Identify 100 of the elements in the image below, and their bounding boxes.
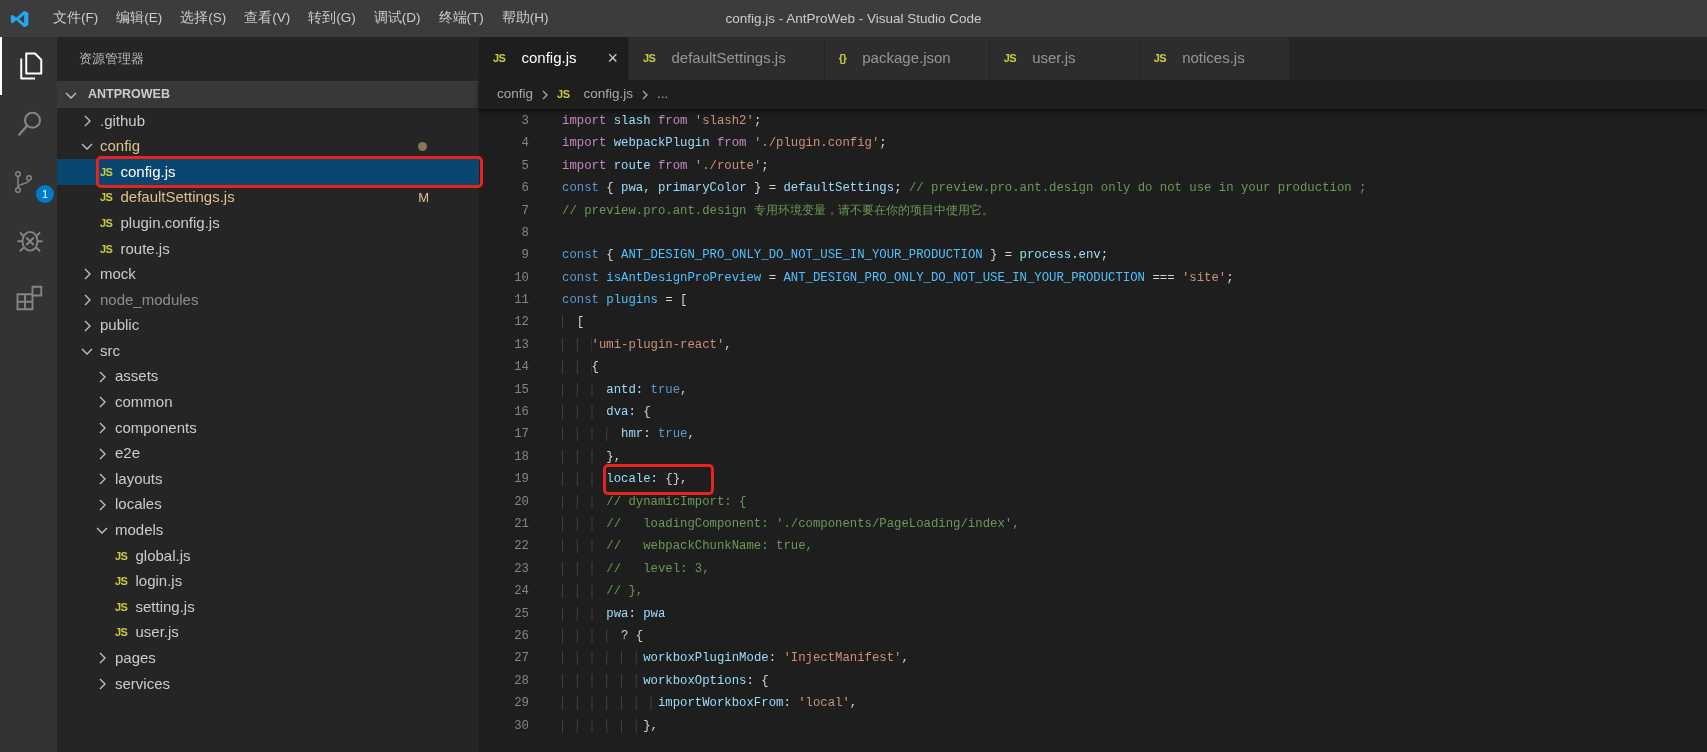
line-number: 11 xyxy=(513,292,529,310)
tab-label: user.js xyxy=(1032,48,1076,69)
file-item[interactable]: JS route.js xyxy=(57,235,479,262)
code-line: [ xyxy=(576,315,585,330)
section-header[interactable]: ANTPROWEB xyxy=(57,81,479,108)
menu-item[interactable]: 帮助(H) xyxy=(492,8,558,29)
line-number: 6 xyxy=(520,180,529,198)
code-line: // }, xyxy=(606,584,644,599)
folder-item[interactable]: pages xyxy=(57,645,479,672)
folder-item[interactable]: services xyxy=(57,671,479,697)
file-item[interactable]: JS user.js xyxy=(57,619,479,646)
code-line: importWorkboxFrom: 'local', xyxy=(657,696,858,711)
line-number: 22 xyxy=(513,538,529,556)
file-type-icon: JS xyxy=(1003,50,1017,67)
line-number: 25 xyxy=(513,605,529,623)
line-number: 24 xyxy=(513,583,529,601)
folder-item[interactable]: mock xyxy=(57,261,479,288)
editor-tab[interactable]: JS config.js × xyxy=(479,37,629,80)
file-item[interactable]: JS global.js xyxy=(57,543,479,569)
count-badge: 1 xyxy=(36,185,54,203)
editor-tab[interactable]: JS defaultSettings.js xyxy=(629,37,825,80)
file-item[interactable]: JS defaultSettings.js M xyxy=(57,184,479,211)
code-line: const isAntDesignProPreview = ANT_DESIGN_PRO_ONLY_DO_NOT_USE_IN_YOUR_PRODUCTION === 'site'; xyxy=(562,270,1234,285)
panel-title: 资源管理器 xyxy=(79,50,144,68)
file-name: config.js xyxy=(120,161,176,182)
tab-label: config.js xyxy=(521,48,577,69)
folder-item[interactable]: config xyxy=(57,133,479,160)
folder-item[interactable]: e2e xyxy=(57,440,479,467)
file-name: user.js xyxy=(135,622,179,643)
breadcrumb-item[interactable]: ... xyxy=(657,84,669,105)
menu-item[interactable]: 编辑(E) xyxy=(107,8,172,29)
file-name: node_modules xyxy=(100,289,199,310)
folder-item[interactable]: node_modules xyxy=(57,287,479,313)
file-name: assets xyxy=(115,366,159,387)
menu-item[interactable]: 文件(F) xyxy=(44,8,108,29)
file-name: .github xyxy=(100,110,146,131)
js-file-icon: JS xyxy=(115,573,128,590)
line-number: 27 xyxy=(513,650,529,668)
js-file-icon: JS xyxy=(100,240,113,257)
window-title: config.js - AntProWeb - Visual Studio Code xyxy=(725,9,982,28)
line-number: 4 xyxy=(520,135,529,153)
js-file-icon: JS xyxy=(557,86,570,103)
close-icon[interactable]: × xyxy=(607,45,618,72)
file-item[interactable]: JS login.js xyxy=(57,568,479,595)
folder-item[interactable]: common xyxy=(57,389,479,416)
file-type-icon: JS xyxy=(493,50,506,67)
line-number: 7 xyxy=(520,202,529,220)
breadcrumb-item[interactable]: config.js xyxy=(583,84,634,105)
code-line: }, xyxy=(643,718,658,733)
folder-item[interactable]: assets xyxy=(57,363,479,390)
file-name: route.js xyxy=(120,238,170,259)
git-status: M xyxy=(418,188,429,207)
line-number: 21 xyxy=(513,516,529,533)
extensions-icon[interactable] xyxy=(14,283,45,313)
folder-item[interactable]: locales xyxy=(57,491,479,518)
breadcrumb-item[interactable]: config xyxy=(497,84,534,105)
editor-tab[interactable]: {} package.json xyxy=(824,37,990,80)
file-item[interactable]: JS setting.js xyxy=(57,594,479,620)
folder-item[interactable]: .github xyxy=(57,108,479,134)
js-file-icon: JS xyxy=(100,163,113,181)
code-line: locale: {}, xyxy=(606,472,688,487)
line-number: 18 xyxy=(513,448,529,466)
code-line: // dynamicImport: { xyxy=(606,494,747,509)
js-file-icon: JS xyxy=(100,189,113,206)
code-line: import slash from 'slash2'; xyxy=(562,113,762,128)
file-name: services xyxy=(115,673,170,694)
folder-item[interactable]: models xyxy=(57,517,479,544)
menu-item[interactable]: 查看(V) xyxy=(235,8,300,29)
line-number: 14 xyxy=(513,359,529,377)
folder-item[interactable]: src xyxy=(57,338,479,364)
file-name: mock xyxy=(100,264,136,285)
js-file-icon: JS xyxy=(100,214,113,232)
code-line: }, xyxy=(606,449,622,464)
menu-item[interactable]: 终端(T) xyxy=(429,8,493,29)
line-number: 13 xyxy=(513,336,529,354)
menu-item[interactable]: 调试(D) xyxy=(364,8,430,29)
editor-tab[interactable]: JS notices.js xyxy=(1139,37,1290,80)
app-logo xyxy=(10,8,30,29)
js-file-icon: JS xyxy=(115,547,128,565)
folder-item[interactable]: components xyxy=(57,415,479,441)
file-name: models xyxy=(115,520,164,541)
folder-item[interactable]: layouts xyxy=(57,466,479,492)
file-type-icon: {} xyxy=(838,50,847,67)
editor-tab[interactable]: JS user.js xyxy=(989,37,1140,80)
file-name: common xyxy=(115,392,173,413)
file-name: global.js xyxy=(135,545,191,566)
code-line: import webpackPlugin from './plugin.config'; xyxy=(562,136,887,151)
file-name: config xyxy=(100,136,141,157)
line-number: 26 xyxy=(513,627,529,645)
line-number: 29 xyxy=(513,695,529,713)
file-item[interactable]: JS plugin.config.js xyxy=(57,210,479,236)
code-line: ? { xyxy=(621,628,644,643)
menu-item[interactable]: 选择(S) xyxy=(171,8,236,29)
line-number: 3 xyxy=(520,112,529,130)
code-line: // webpackChunkName: true, xyxy=(606,539,813,554)
code-line: dva: { xyxy=(606,405,651,420)
folder-item[interactable]: public xyxy=(57,312,479,339)
line-number: 16 xyxy=(513,404,529,422)
line-number: 17 xyxy=(513,426,529,444)
menu-item[interactable]: 转到(G) xyxy=(299,8,365,29)
